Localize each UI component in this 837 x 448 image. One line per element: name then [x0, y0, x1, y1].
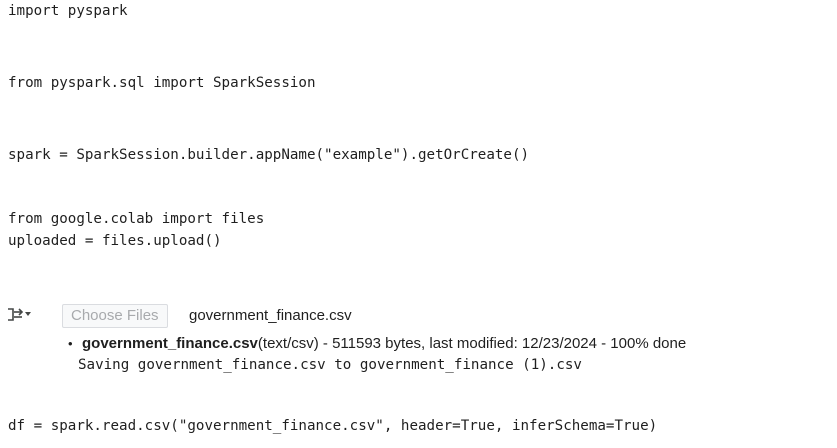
uploaded-file-details: (text/csv) - 511593 bytes, last modified… [257, 335, 687, 352]
output-toggle-icon[interactable] [6, 306, 34, 324]
code-line-import-pyspark: import pyspark [8, 3, 128, 19]
chosen-file-name: government_finance.csv [189, 307, 352, 324]
code-line-read-csv: df = spark.read.csv("government_finance.… [8, 418, 658, 434]
saving-message: Saving government_finance.csv to governm… [78, 357, 582, 373]
cell-output: Choose Files government_finance.csv • gov… [0, 304, 837, 373]
uploaded-file-name: government_finance.csv [82, 335, 258, 352]
code-line-upload: uploaded = files.upload() [8, 233, 222, 249]
code-line-spark-session: spark = SparkSession.builder.appName("ex… [8, 147, 530, 163]
code-line-import-files: from google.colab import files [8, 211, 265, 227]
bullet-icon: • [68, 336, 73, 351]
code-line-import-sparksession: from pyspark.sql import SparkSession [8, 75, 316, 91]
output-arrow-icon [8, 308, 31, 321]
choose-files-button[interactable]: Choose Files [62, 304, 168, 328]
uploaded-file-item: • government_finance.csv(text/csv) - 5115… [68, 335, 686, 353]
